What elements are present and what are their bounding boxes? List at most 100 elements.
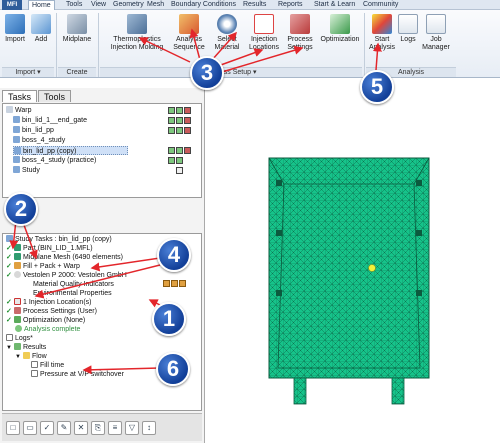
- checkbox-icon[interactable]: [6, 334, 13, 341]
- logs-button[interactable]: Logs: [398, 14, 418, 44]
- open-icon[interactable]: ▭: [23, 421, 37, 435]
- injection-icon: [14, 298, 21, 305]
- group-label-process-setup[interactable]: Process Setup ▾: [100, 67, 362, 77]
- injection-locations-button[interactable]: Injection Locations: [246, 14, 282, 52]
- expand-icon[interactable]: ▼: [15, 354, 21, 360]
- process-settings-button[interactable]: Process Settings: [284, 14, 316, 52]
- analysis-status: Analysis complete: [15, 325, 80, 334]
- injection-location-icon: [254, 14, 274, 34]
- result-fill-time[interactable]: Fill time: [31, 361, 64, 370]
- tab-tasks[interactable]: Tasks: [2, 90, 38, 102]
- task-material[interactable]: ✓ Vestolen P 2000: Vestolen GmbH: [6, 271, 127, 280]
- tab-mesh[interactable]: Mesh: [147, 0, 164, 10]
- ribbon-tab-bar: MFI Home Tools View Geometry Mesh Bounda…: [0, 0, 500, 10]
- optimization-button[interactable]: Optimization: [318, 14, 362, 44]
- group-label-import[interactable]: Import ▾: [2, 67, 54, 77]
- tab-boundary-conditions[interactable]: Boundary Conditions: [171, 0, 236, 10]
- task-injection-locations[interactable]: ✓ 1 Injection Location(s): [6, 298, 91, 307]
- tab-home[interactable]: Home: [28, 0, 55, 10]
- task-analysis-sequence[interactable]: ✓ Fill + Pack + Warp: [6, 262, 80, 271]
- study-icon: [13, 136, 20, 143]
- analysis-sequence-button[interactable]: Analysis Sequence: [172, 14, 206, 52]
- part-icon: [14, 244, 21, 251]
- callout-4: 4: [157, 238, 191, 272]
- task-material-quality-indicators[interactable]: Material Quality Indicators: [33, 280, 114, 289]
- optimization-icon: [14, 316, 21, 323]
- analysis-sequence-icon: [179, 14, 199, 34]
- results-node[interactable]: ▼ Results: [6, 343, 46, 352]
- folder-icon: [6, 106, 13, 113]
- process-settings-icon: [290, 14, 310, 34]
- sequence-icon: [14, 262, 21, 269]
- task-logs[interactable]: Logs*: [6, 334, 33, 343]
- task-part[interactable]: ✓ Part (BIN_LID_1.MFL): [6, 244, 93, 253]
- new-icon[interactable]: □: [6, 421, 20, 435]
- group-label-create: Create: [58, 67, 96, 77]
- study-icon: [13, 126, 20, 133]
- folder-icon: [22, 352, 30, 359]
- copy-icon[interactable]: ⎘: [91, 421, 105, 435]
- injection-point-marker: [368, 264, 376, 272]
- callout-3: 3: [190, 56, 224, 90]
- list-item[interactable]: boss_4_study: [13, 136, 65, 145]
- properties-icon[interactable]: ≡: [108, 421, 122, 435]
- panel-toolbar: □ ▭ ✓ ✎ ✕ ⎘ ≡ ▽ ↕: [2, 413, 202, 441]
- move-icon[interactable]: ↕: [142, 421, 156, 435]
- project-root[interactable]: Warp: [6, 106, 31, 115]
- edit-icon[interactable]: ✎: [57, 421, 71, 435]
- tab-reports[interactable]: Reports: [278, 0, 303, 10]
- task-optimization[interactable]: ✓ Optimization (None): [6, 316, 85, 325]
- delete-icon[interactable]: ✕: [74, 421, 88, 435]
- process-icon: [14, 307, 21, 314]
- thermoplastics-injection-molding-button[interactable]: Thermoplastics Injection Molding: [106, 14, 168, 52]
- list-item-selected[interactable]: bin_lid_pp (copy): [13, 146, 128, 155]
- tab-results[interactable]: Results: [243, 0, 266, 10]
- tab-start-learn[interactable]: Start & Learn: [314, 0, 355, 10]
- callout-6: 6: [156, 352, 190, 386]
- results-icon: [13, 343, 21, 350]
- import-button[interactable]: Import: [4, 14, 26, 44]
- start-analysis-icon: [372, 14, 392, 34]
- molding-icon: [127, 14, 147, 34]
- list-item[interactable]: boss_4_study (practice): [13, 156, 96, 165]
- tab-community[interactable]: Community: [363, 0, 398, 10]
- model-viewport[interactable]: [206, 88, 500, 443]
- select-material-button[interactable]: Select Material: [212, 14, 242, 52]
- filter-icon[interactable]: ▽: [125, 421, 139, 435]
- expand-icon[interactable]: ▼: [6, 345, 12, 351]
- midplane-button[interactable]: Midplane: [60, 14, 94, 44]
- task-mesh[interactable]: ✓ Midplane Mesh (6490 elements): [6, 253, 123, 262]
- start-analysis-button[interactable]: Start Analysis: [368, 14, 396, 52]
- add-button[interactable]: Add: [30, 14, 52, 44]
- tab-panel-tools[interactable]: Tools: [38, 90, 72, 102]
- tab-geometry[interactable]: Geometry: [113, 0, 144, 10]
- result-pressure-vp[interactable]: Pressure at V/P switchover: [31, 370, 124, 379]
- list-item[interactable]: bin_lid_pp: [13, 126, 54, 135]
- tab-view[interactable]: View: [91, 0, 106, 10]
- checkbox-icon[interactable]: [31, 370, 38, 377]
- task-process-settings[interactable]: ✓ Process Settings (User): [6, 307, 97, 316]
- callout-5: 5: [360, 70, 394, 104]
- check-icon[interactable]: ✓: [40, 421, 54, 435]
- panel-tabs: Tasks Tools: [2, 90, 72, 102]
- job-manager-button[interactable]: Job Manager: [420, 14, 452, 52]
- list-item[interactable]: Study: [13, 166, 40, 175]
- midplane-icon: [67, 14, 87, 34]
- checkbox-icon[interactable]: [31, 361, 38, 368]
- app-menu-button[interactable]: MFI: [2, 0, 22, 10]
- study-icon: [6, 235, 13, 242]
- task-environmental-properties[interactable]: Environmental Properties: [33, 289, 112, 298]
- logs-icon: [398, 14, 418, 34]
- mesh-model: [268, 157, 430, 405]
- project-tree: Warp bin_lid_1__end_gate bin_lid_pp boss…: [2, 103, 202, 198]
- list-item[interactable]: bin_lid_1__end_gate: [13, 116, 87, 125]
- callout-1: 1: [152, 302, 186, 336]
- ribbon: Import Add Midplane Thermoplastics Injec…: [0, 10, 500, 78]
- tab-tools[interactable]: Tools: [66, 0, 82, 10]
- job-manager-icon: [426, 14, 446, 34]
- optimization-icon: [330, 14, 350, 34]
- study-icon: [14, 147, 21, 154]
- flow-node[interactable]: ▼ Flow: [15, 352, 47, 361]
- study-icon: [13, 156, 20, 163]
- study-icon: [13, 116, 20, 123]
